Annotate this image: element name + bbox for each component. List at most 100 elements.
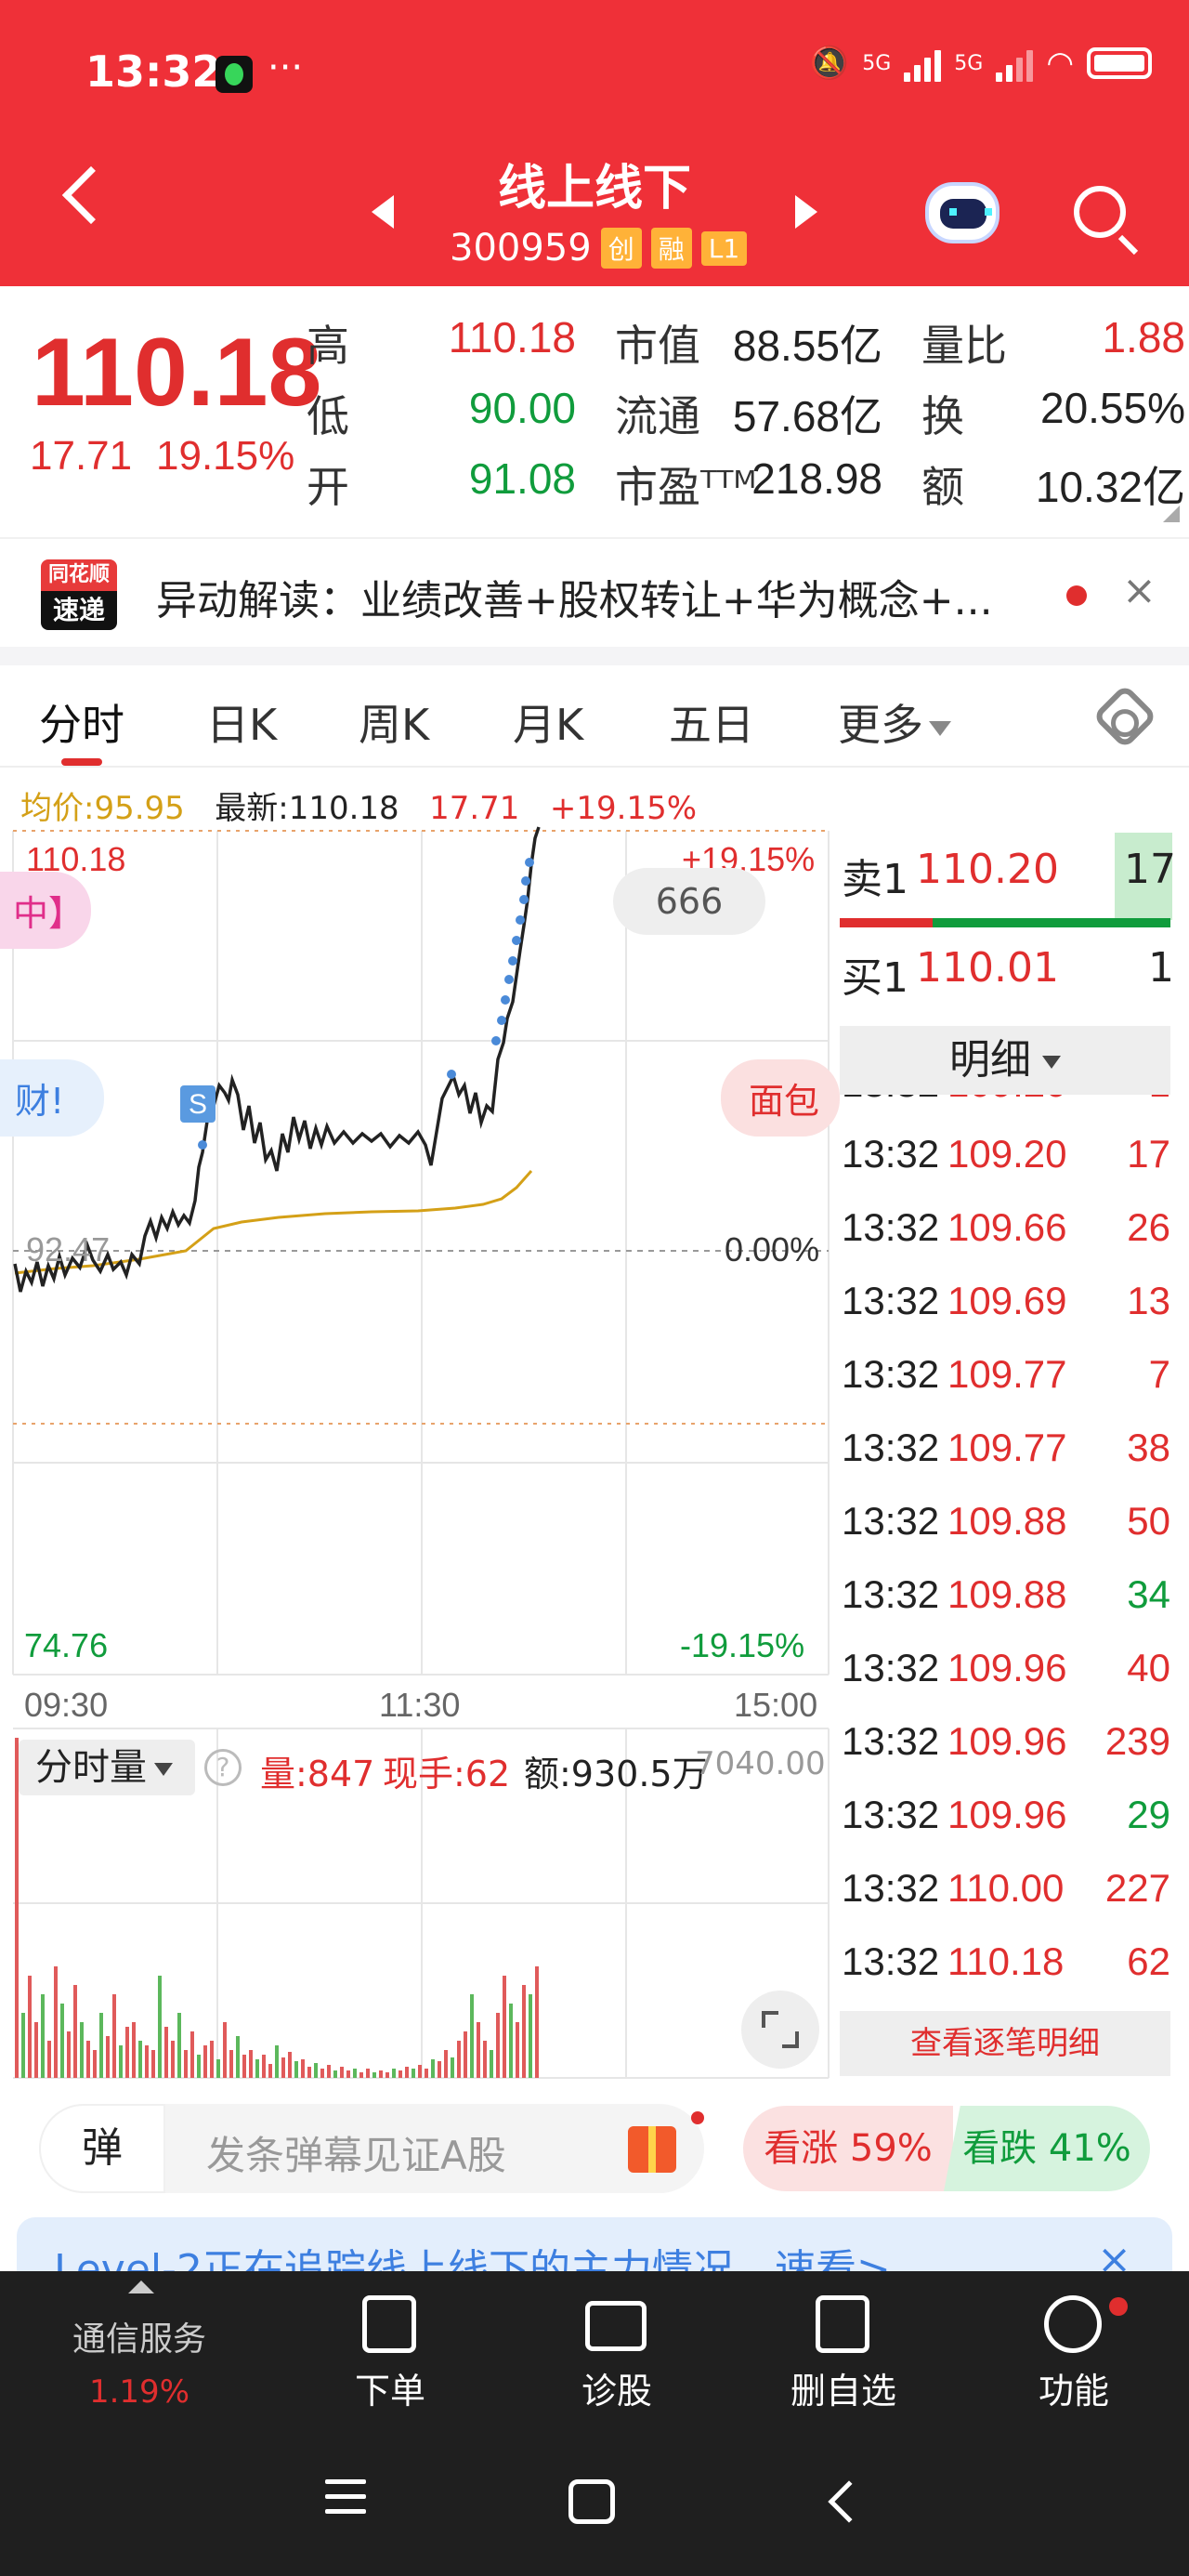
signal-dot: [516, 915, 525, 925]
news-headline[interactable]: 异动解读：业绩改善+股权转让+华为概念+...: [156, 567, 1048, 626]
label-float-cap: 流通: [615, 391, 700, 441]
intraday-chart[interactable]: S: [0, 818, 836, 2091]
volume-bar: [431, 2059, 435, 2078]
detail-dropdown[interactable]: 明细: [840, 1026, 1170, 1095]
tab-daily-k[interactable]: 日K: [206, 691, 277, 753]
base-pct-label: 0.00%: [725, 1230, 820, 1268]
tick-price: 109.77: [947, 1426, 1067, 1469]
menu-circle-icon: [1044, 2295, 1102, 2353]
sell1-label: 卖1: [842, 856, 908, 903]
volume-selector[interactable]: 分时量: [19, 1740, 195, 1795]
vote-up-button[interactable]: 看涨 59%: [743, 2106, 953, 2191]
tick-row: 13:32 109.20 17: [840, 1132, 1170, 1205]
volume-bar: [490, 2050, 493, 2078]
signal-dot: [519, 895, 529, 904]
sector-indicator[interactable]: 通信服务 1.19%: [37, 2271, 242, 2440]
tick-time: 13:32: [842, 1352, 940, 1396]
volume-bar: [451, 2057, 454, 2078]
recents-menu-icon[interactable]: [325, 2479, 366, 2517]
tab-monthly-k[interactable]: 月K: [513, 691, 583, 753]
volume-bar: [359, 2072, 363, 2078]
home-icon[interactable]: [568, 2479, 615, 2524]
volume-bar: [444, 2050, 448, 2078]
gift-icon[interactable]: [628, 2126, 676, 2173]
diagnose-button[interactable]: 诊股: [552, 2271, 682, 2440]
close-icon[interactable]: ×: [1097, 2236, 1131, 2273]
volume-bar: [327, 2065, 331, 2078]
tick-row: 13:32 109.77 38: [840, 1426, 1170, 1499]
volume-bar: [203, 2045, 207, 2078]
tick-time: 13:32: [842, 1205, 940, 1249]
robot-assistant-icon[interactable]: [925, 182, 1000, 243]
signal-dot: [525, 858, 534, 867]
signal-dot: [501, 995, 510, 1005]
tab-intraday[interactable]: 分时: [39, 691, 124, 753]
news-bar[interactable]: 同花顺 速递 异动解读：业绩改善+股权转让+华为概念+... ×: [0, 537, 1189, 647]
volume-bar: [333, 2070, 337, 2078]
volume-bar: [41, 1994, 45, 2078]
tick-volume: 26: [1127, 1205, 1170, 1249]
remove-watchlist-button[interactable]: 删自选: [778, 2271, 908, 2440]
tab-five-day[interactable]: 五日: [669, 691, 754, 753]
volume-bar: [392, 2069, 396, 2078]
order-button[interactable]: 下单: [325, 2271, 455, 2440]
network-label-2: 5G: [954, 51, 984, 75]
value-volume-ratio: 1.88: [1102, 313, 1185, 361]
tab-more[interactable]: 更多: [838, 691, 951, 753]
volume-bar: [418, 2065, 422, 2078]
tick-row: 13:32 109.96 29: [840, 1793, 1170, 1866]
label-open: 开: [307, 462, 349, 512]
signal-dot: [491, 1036, 501, 1045]
volume-bar: [34, 2022, 38, 2078]
volume-bar: [346, 2070, 350, 2078]
volume-bar: [275, 2045, 279, 2078]
buy1-label: 买1: [842, 954, 908, 1002]
danmaku-toggle[interactable]: 弹: [39, 2104, 165, 2193]
status-more-dots: ···: [268, 46, 304, 89]
functions-label: 功能: [1038, 2371, 1109, 2412]
tick-row: 13:32 109.96 239: [840, 1719, 1170, 1793]
chevron-down-icon: [929, 720, 951, 736]
tick-price: 109.88: [947, 1499, 1067, 1543]
value-market-cap: 88.55亿: [732, 322, 882, 370]
app-notification-icon: [216, 56, 253, 93]
price-change: 17.71: [30, 433, 133, 479]
view-tick-detail-link[interactable]: 查看逐笔明细: [840, 2011, 1170, 2076]
tab-weekly-k[interactable]: 周K: [359, 691, 429, 753]
volume-bar: [412, 2069, 415, 2078]
functions-button[interactable]: 功能: [1009, 2271, 1139, 2440]
signal-icon-2: [996, 45, 1034, 82]
tag-chuang: 创: [600, 228, 642, 269]
price-line: [13, 826, 541, 1293]
danmaku-text: 中】: [13, 893, 85, 934]
signal-dot: [447, 1070, 456, 1079]
help-icon[interactable]: ?: [204, 1749, 242, 1786]
label-high: 高: [307, 321, 349, 371]
current-price: 110.18: [32, 319, 322, 427]
level2-promo-banner[interactable]: Level-2正在追踪线上线下的主力情况，速看> ×: [17, 2217, 1172, 2273]
danmaku-bubble[interactable]: 财!: [0, 1059, 104, 1137]
sell1-row[interactable]: 卖1 110.20 17: [840, 833, 1189, 920]
close-icon[interactable]: ×: [1122, 567, 1156, 614]
label-low: 低: [307, 391, 349, 441]
danmaku-bubble[interactable]: 面包: [721, 1059, 840, 1137]
tag-level: L1: [700, 230, 748, 266]
unread-dot: [1066, 585, 1087, 606]
search-icon[interactable]: [1074, 186, 1126, 238]
next-stock-arrow[interactable]: [795, 195, 817, 229]
tick-volume: 38: [1127, 1426, 1170, 1469]
danmaku-bubble[interactable]: 中】: [0, 872, 91, 949]
danmaku-count-bubble[interactable]: 666: [613, 868, 765, 935]
volume-now: 现手:62: [383, 1754, 511, 1794]
volume-bar: [249, 2050, 253, 2078]
expand-corner-icon[interactable]: [1163, 506, 1180, 522]
value-low: 90.00: [468, 384, 576, 432]
volume-bar: [132, 2022, 136, 2078]
notification-dot: [1109, 2297, 1128, 2316]
vote-down-button[interactable]: 看跌 41%: [944, 2106, 1150, 2191]
label-amount: 额: [921, 462, 964, 512]
fullscreen-icon[interactable]: [741, 1991, 819, 2069]
sell1-volume: 17: [1124, 846, 1176, 893]
tick-volume: 17: [1127, 1132, 1170, 1176]
tick-price: 109.96: [947, 1719, 1067, 1763]
